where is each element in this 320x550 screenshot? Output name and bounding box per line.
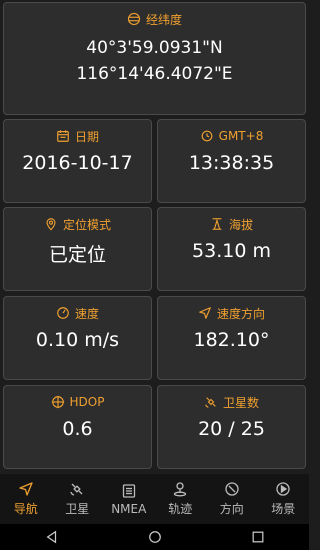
tab-nmea[interactable]: NMEA xyxy=(103,474,155,524)
mode-label: 定位模式 xyxy=(62,217,111,232)
altitude-label: 海拔 xyxy=(228,217,253,232)
tab-label: 场景 xyxy=(271,502,296,516)
satellites-label: 卫星数 xyxy=(222,395,259,410)
mode-card: 定位模式 已定位 xyxy=(3,207,152,291)
location-pin-icon xyxy=(46,218,56,231)
tab-label: 卫星 xyxy=(65,502,90,516)
time-header: GMT+8 xyxy=(158,128,305,144)
speed-card: 速度 0.10 m/s xyxy=(3,296,152,380)
crosshair-icon xyxy=(51,395,64,409)
hdop-label: HDOP xyxy=(69,395,105,409)
satellites-value: 20 / 25 xyxy=(198,418,265,440)
latlon-header: 经纬度 xyxy=(4,11,305,27)
play-icon xyxy=(276,482,290,496)
clock-icon xyxy=(201,130,213,142)
navigation-arrow-icon xyxy=(199,307,211,319)
direction-header: 速度方向 xyxy=(158,305,305,321)
altitude-icon xyxy=(212,218,222,230)
track-pin-icon xyxy=(174,482,187,497)
system-nav-bar xyxy=(0,524,309,550)
tab-scene[interactable]: 场景 xyxy=(258,474,310,524)
hdop-header: HDOP xyxy=(4,394,151,410)
date-card: 日期 2016-10-17 xyxy=(3,119,152,203)
time-value: 13:38:35 xyxy=(188,152,275,174)
calendar-icon xyxy=(57,130,69,142)
speed-header: 速度 xyxy=(4,305,151,321)
tab-label: 方向 xyxy=(219,502,244,516)
latlon-label: 经纬度 xyxy=(145,12,182,27)
tab-navigation[interactable]: 导航 xyxy=(0,474,52,524)
date-label: 日期 xyxy=(74,129,99,144)
direction-value: 182.10° xyxy=(193,329,270,351)
latitude-value: 40°3'59.0931"N xyxy=(86,38,223,58)
altitude-value: 53.10 m xyxy=(192,240,271,262)
tab-compass[interactable]: 方向 xyxy=(206,474,258,524)
direction-card: 速度方向 182.10° xyxy=(157,296,306,380)
altitude-header: 海拔 xyxy=(158,216,305,232)
navigation-icon xyxy=(19,482,33,496)
tab-label: 导航 xyxy=(13,502,38,516)
bottom-tab-bar: 导航 卫星 NMEA 轨迹 方向 场景 xyxy=(0,474,309,524)
list-icon xyxy=(122,483,135,498)
mode-value: 已定位 xyxy=(48,244,106,266)
home-icon[interactable] xyxy=(148,530,162,544)
satellites-card: 卫星数 20 / 25 xyxy=(157,385,306,469)
date-value: 2016-10-17 xyxy=(22,152,133,174)
date-header: 日期 xyxy=(4,128,151,144)
hdop-value: 0.6 xyxy=(62,418,93,440)
speedometer-icon xyxy=(57,307,69,319)
tab-satellite[interactable]: 卫星 xyxy=(52,474,104,524)
tab-label: 轨迹 xyxy=(168,502,193,516)
time-card: GMT+8 13:38:35 xyxy=(157,119,306,203)
recents-icon[interactable] xyxy=(251,530,265,544)
altitude-card: 海拔 53.10 m xyxy=(157,207,306,291)
hdop-card: HDOP 0.6 xyxy=(3,385,152,469)
mode-header: 定位模式 xyxy=(4,216,151,232)
latlon-card: 经纬度 40°3'59.0931"N 116°14'46.4072"E xyxy=(3,2,306,115)
globe-icon xyxy=(127,12,141,26)
time-label: GMT+8 xyxy=(218,129,264,143)
compass-icon xyxy=(225,482,239,496)
direction-label: 速度方向 xyxy=(216,306,265,321)
tab-label: NMEA xyxy=(111,501,147,516)
speed-value: 0.10 m/s xyxy=(35,329,120,351)
speed-label: 速度 xyxy=(74,306,99,321)
satellite-icon xyxy=(70,483,83,496)
back-icon[interactable] xyxy=(45,530,59,544)
satellites-header: 卫星数 xyxy=(158,394,305,410)
tab-track[interactable]: 轨迹 xyxy=(155,474,207,524)
satellite-icon xyxy=(205,397,216,408)
longitude-value: 116°14'46.4072"E xyxy=(76,64,233,84)
